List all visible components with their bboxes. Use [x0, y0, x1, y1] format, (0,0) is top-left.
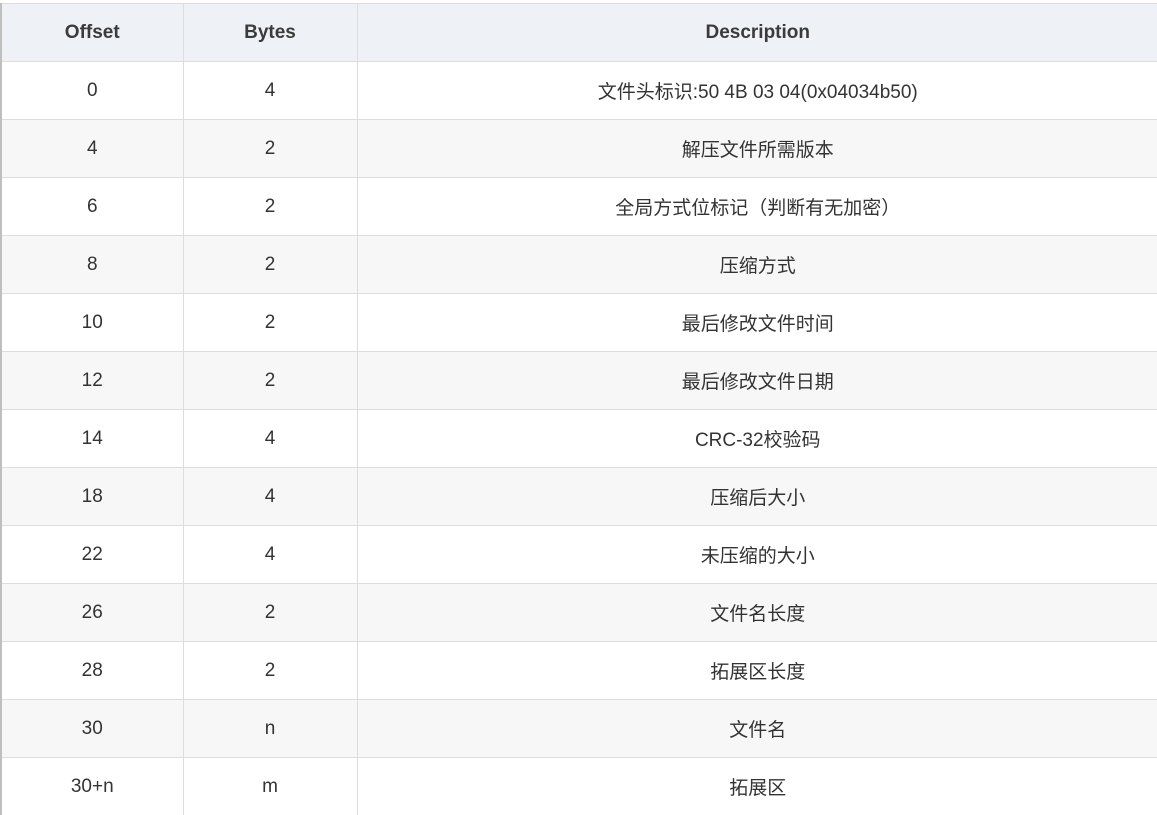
table-row: 22 4 未压缩的大小 — [1, 526, 1157, 584]
zip-header-table: Offset Bytes Description 0 4 文件头标识:50 4B… — [0, 3, 1157, 815]
table-row: 8 2 压缩方式 — [1, 236, 1157, 294]
table-row: 30 n 文件名 — [1, 700, 1157, 758]
header-description: Description — [357, 4, 1157, 62]
table-body: 0 4 文件头标识:50 4B 03 04(0x04034b50) 4 2 解压… — [1, 62, 1157, 815]
header-offset: Offset — [1, 4, 183, 62]
cell-bytes: 2 — [183, 294, 357, 352]
cell-description: 压缩方式 — [357, 236, 1157, 294]
cell-description: 全局方式位标记（判断有无加密） — [357, 178, 1157, 236]
cell-bytes: 2 — [183, 120, 357, 178]
cell-offset: 28 — [1, 642, 183, 700]
table-row: 6 2 全局方式位标记（判断有无加密） — [1, 178, 1157, 236]
cell-description: 文件名长度 — [357, 584, 1157, 642]
cell-offset: 22 — [1, 526, 183, 584]
header-bytes: Bytes — [183, 4, 357, 62]
cell-description: 解压文件所需版本 — [357, 120, 1157, 178]
cell-offset: 18 — [1, 468, 183, 526]
cell-offset: 30 — [1, 700, 183, 758]
cell-bytes: 2 — [183, 178, 357, 236]
cell-bytes: 2 — [183, 236, 357, 294]
table-container: Offset Bytes Description 0 4 文件头标识:50 4B… — [0, 3, 1157, 815]
table-row: 18 4 压缩后大小 — [1, 468, 1157, 526]
cell-offset: 0 — [1, 62, 183, 120]
header-row: Offset Bytes Description — [1, 4, 1157, 62]
table-row: 12 2 最后修改文件日期 — [1, 352, 1157, 410]
cell-description: 未压缩的大小 — [357, 526, 1157, 584]
cell-offset: 26 — [1, 584, 183, 642]
cell-description: 拓展区 — [357, 758, 1157, 815]
cell-description: 最后修改文件时间 — [357, 294, 1157, 352]
cell-bytes: 4 — [183, 410, 357, 468]
table-row: 4 2 解压文件所需版本 — [1, 120, 1157, 178]
cell-bytes: 2 — [183, 352, 357, 410]
cell-bytes: 2 — [183, 584, 357, 642]
cell-bytes: 4 — [183, 62, 357, 120]
cell-description: 拓展区长度 — [357, 642, 1157, 700]
cell-offset: 4 — [1, 120, 183, 178]
cell-offset: 12 — [1, 352, 183, 410]
cell-bytes: m — [183, 758, 357, 815]
cell-bytes: 4 — [183, 526, 357, 584]
cell-bytes: 2 — [183, 642, 357, 700]
table-row: 10 2 最后修改文件时间 — [1, 294, 1157, 352]
cell-offset: 6 — [1, 178, 183, 236]
cell-description: 文件名 — [357, 700, 1157, 758]
table-row: 14 4 CRC-32校验码 — [1, 410, 1157, 468]
table-row: 26 2 文件名长度 — [1, 584, 1157, 642]
cell-offset: 8 — [1, 236, 183, 294]
cell-bytes: 4 — [183, 468, 357, 526]
table-row: 30+n m 拓展区 — [1, 758, 1157, 815]
cell-offset: 14 — [1, 410, 183, 468]
cell-offset: 10 — [1, 294, 183, 352]
cell-description: 压缩后大小 — [357, 468, 1157, 526]
table-row: 0 4 文件头标识:50 4B 03 04(0x04034b50) — [1, 62, 1157, 120]
cell-bytes: n — [183, 700, 357, 758]
cell-description: 最后修改文件日期 — [357, 352, 1157, 410]
cell-description: CRC-32校验码 — [357, 410, 1157, 468]
cell-offset: 30+n — [1, 758, 183, 815]
cell-description: 文件头标识:50 4B 03 04(0x04034b50) — [357, 62, 1157, 120]
table-row: 28 2 拓展区长度 — [1, 642, 1157, 700]
table-header: Offset Bytes Description — [1, 4, 1157, 62]
